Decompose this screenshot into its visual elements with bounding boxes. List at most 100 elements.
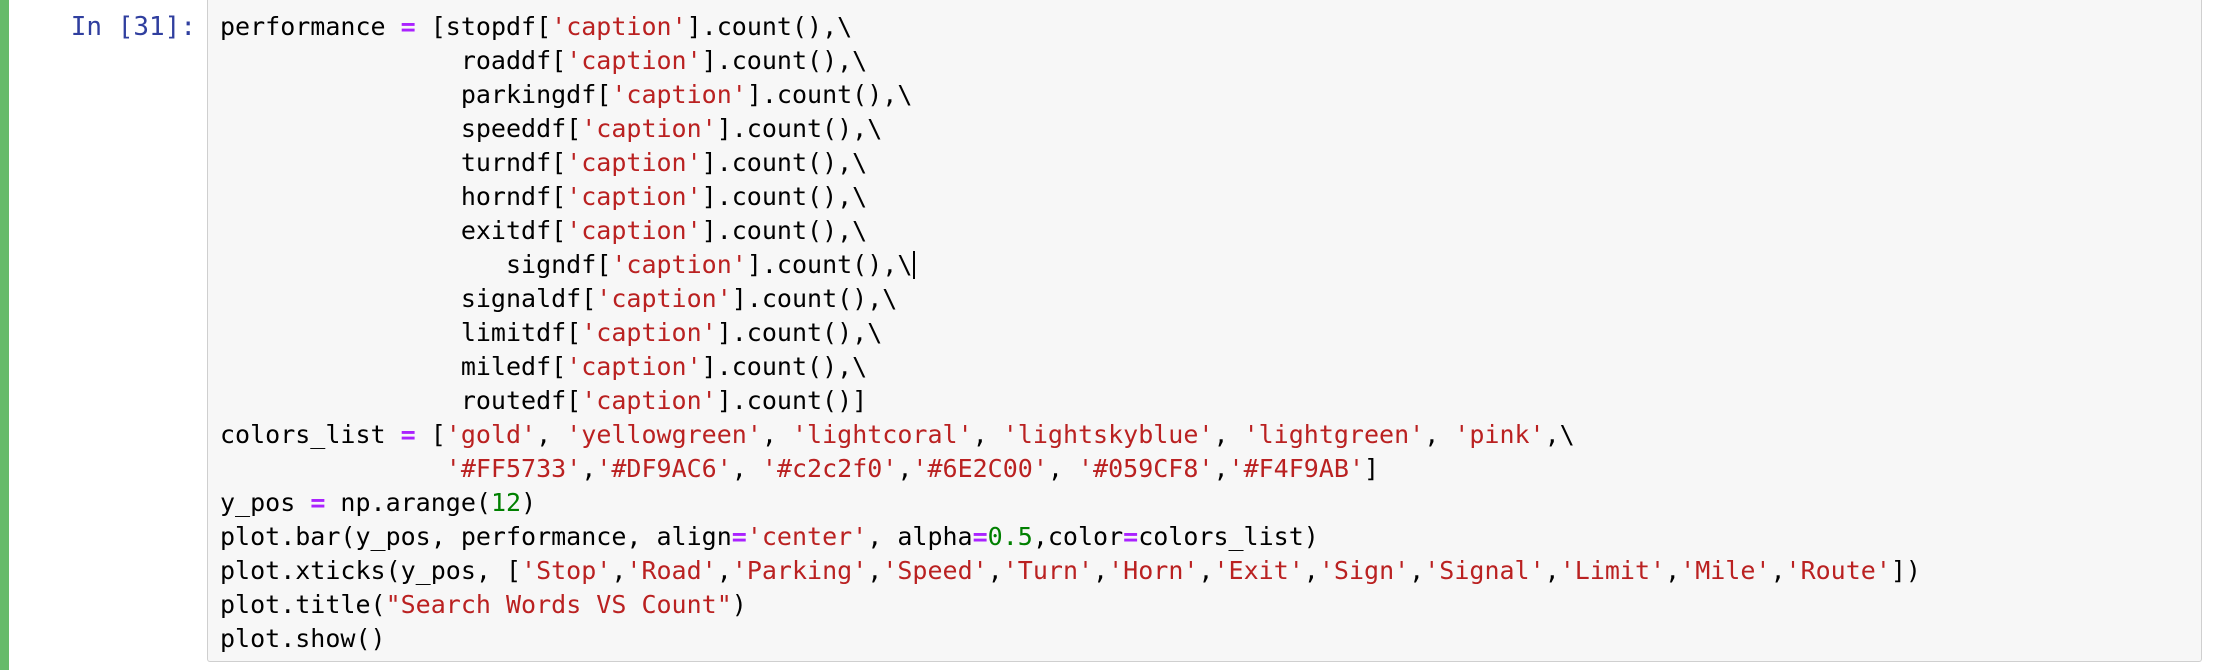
code-token: limitdf[ [220,318,582,347]
code-token: horndf[ [220,182,567,211]
string-token: '#c2c2f0' [761,454,898,483]
code-line: speeddf['caption'].count(),\ [220,112,1921,146]
string-token: '#6E2C00' [912,454,1048,483]
code-token: , [536,420,567,449]
string-token: 'caption' [566,216,702,245]
code-line: limitdf['caption'].count(),\ [220,316,1921,350]
code-text[interactable]: performance = [stopdf['caption'].count()… [220,10,1921,656]
code-token: , [987,556,1003,585]
code-line: plot.show() [220,622,1921,656]
code-token: plot.title( [220,590,386,619]
code-line: colors_list = ['gold', 'yellowgreen', 'l… [220,418,1921,452]
string-token: 'center' [746,522,868,551]
code-line: horndf['caption'].count(),\ [220,180,1921,214]
string-token: '#FF5733' [445,454,582,483]
code-token: speeddf[ [220,114,582,143]
string-token: 'caption' [566,148,702,177]
string-token: 'Turn' [1002,556,1094,585]
code-token: signdf[ [220,250,612,279]
string-token: 'yellowgreen' [566,420,762,449]
code-token: , [1770,556,1786,585]
code-token: exitdf[ [220,216,567,245]
number-token: 12 [490,488,522,517]
code-line: y_pos = np.arange(12) [220,486,1921,520]
string-token: 'lightskyblue' [1002,420,1214,449]
code-token: ].count(),\ [701,352,868,381]
code-cell[interactable]: In [31]: performance = [stopdf['caption'… [0,0,2216,670]
code-line: routedf['caption'].count()] [220,384,1921,418]
text-cursor [913,251,916,279]
operator-token: = [310,488,326,517]
string-token: 'Exit' [1213,556,1304,585]
string-token: 'lightgreen' [1243,420,1425,449]
string-token: 'gold' [445,420,537,449]
string-token: 'caption' [566,182,702,211]
string-token: 'caption' [566,352,702,381]
string-token: '#DF9AC6' [596,454,732,483]
cell-selection-indicator [0,0,9,670]
code-line: performance = [stopdf['caption'].count()… [220,10,1921,44]
code-line: '#FF5733','#DF9AC6', '#c2c2f0','#6E2C00'… [220,452,1921,486]
code-token: , [1213,420,1244,449]
code-token: , [1544,556,1560,585]
string-token: 'Mile' [1680,556,1771,585]
string-token: 'caption' [581,114,717,143]
code-editor[interactable]: performance = [stopdf['caption'].count()… [207,0,2202,662]
code-token: colors_list) [1138,522,1319,551]
code-token: , [897,454,913,483]
code-token: plot.xticks(y_pos, [ [220,556,522,585]
code-token: miledf[ [220,352,567,381]
code-token: , [716,556,732,585]
code-token: turndf[ [220,148,567,177]
code-token: signaldf[ [220,284,597,313]
code-token: ,color [1032,522,1124,551]
code-token: , [1093,556,1109,585]
string-token: '#059CF8' [1078,454,1214,483]
code-token: , alpha [867,522,973,551]
code-token: ]) [1890,556,1921,585]
code-token: , [867,556,883,585]
code-line: signdf['caption'].count(),\ [220,248,1921,282]
code-line: parkingdf['caption'].count(),\ [220,78,1921,112]
string-token: '#F4F9AB' [1228,454,1364,483]
code-token: ,\ [1544,420,1575,449]
code-token: performance [220,12,401,41]
string-token: 'Limit' [1559,556,1666,585]
operator-token: = [972,522,988,551]
string-token: 'Signal' [1424,556,1545,585]
code-token: np.arange( [325,488,491,517]
string-token: 'caption' [551,12,687,41]
string-token: 'Route' [1785,556,1891,585]
string-token: 'pink' [1454,420,1545,449]
code-token: ].count(),\ [701,148,868,177]
code-token: ].count(),\ [716,318,883,347]
code-line: miledf['caption'].count(),\ [220,350,1921,384]
code-token: ].count()] [716,386,868,415]
code-token: [stopdf[ [415,12,552,41]
code-token: y_pos [220,488,311,517]
code-token: , [1047,454,1078,483]
code-token: ].count(),\ [686,12,853,41]
code-token: , [1424,420,1455,449]
string-token: 'caption' [581,386,717,415]
string-token: 'lightcoral' [792,420,973,449]
code-token: , [611,556,627,585]
code-line: plot.bar(y_pos, performance, align='cent… [220,520,1921,554]
string-token: 'Horn' [1108,556,1199,585]
operator-token: = [1123,522,1139,551]
string-token: 'Sign' [1318,556,1410,585]
string-token: 'Stop' [521,556,612,585]
code-token: parkingdf[ [220,80,612,109]
code-token: ] [1364,454,1380,483]
code-line: turndf['caption'].count(),\ [220,146,1921,180]
code-token: ].count(),\ [716,114,883,143]
code-line: plot.xticks(y_pos, ['Stop','Road','Parki… [220,554,1921,588]
string-token: 'caption' [611,80,747,109]
code-token: plot.bar(y_pos, performance, align [220,522,732,551]
string-token: 'caption' [581,318,717,347]
code-token: , [731,454,762,483]
string-token: "Search Words VS Count" [385,590,732,619]
operator-token: = [731,522,747,551]
code-line: plot.title("Search Words VS Count") [220,588,1921,622]
